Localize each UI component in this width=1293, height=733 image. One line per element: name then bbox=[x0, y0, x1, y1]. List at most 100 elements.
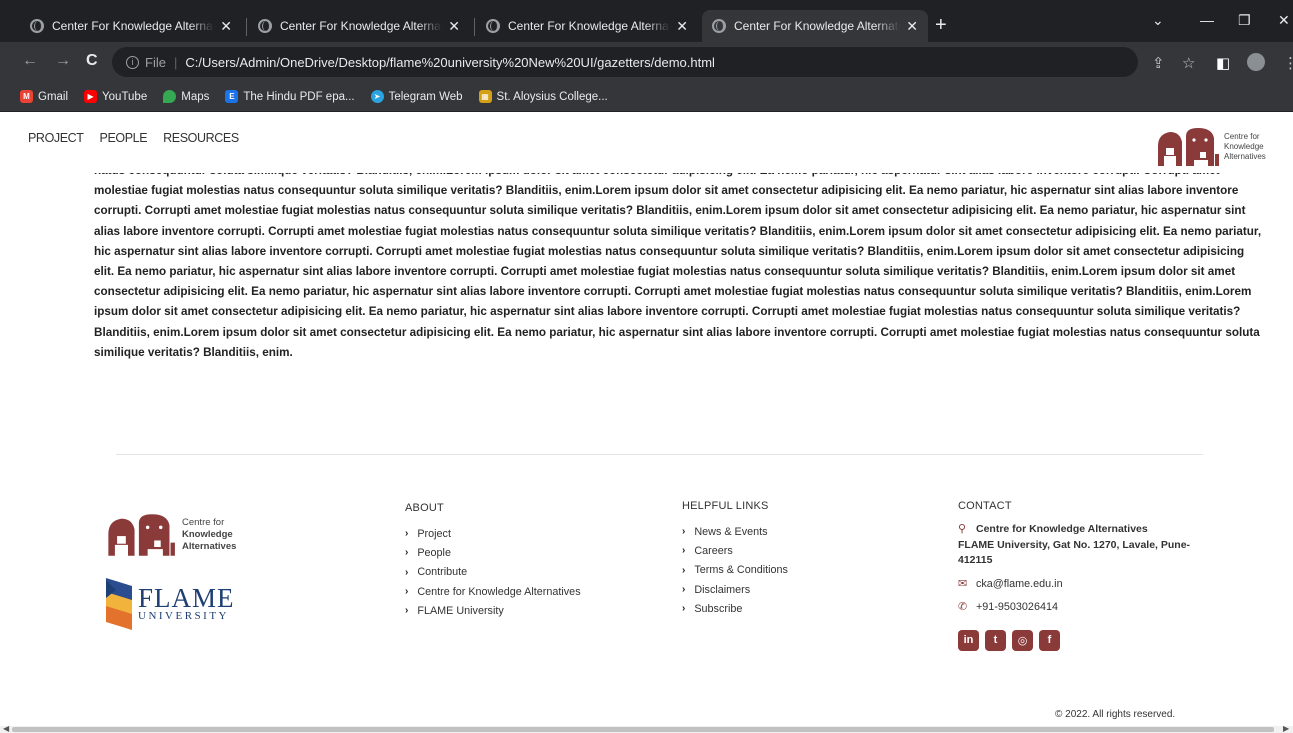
footer-link-disclaimers[interactable]: › Disclaimers bbox=[682, 580, 788, 599]
horizontal-scrollbar[interactable]: ◀ ▶ bbox=[0, 724, 1293, 733]
minimize-icon[interactable]: — bbox=[1200, 12, 1214, 28]
college-icon: ▦ bbox=[478, 90, 492, 103]
link-label: Centre for Knowledge Alternatives bbox=[417, 585, 581, 598]
phone-icon: ✆ bbox=[958, 601, 968, 613]
bookmark-st-aloysius[interactable]: ▦ St. Aloysius College... bbox=[478, 90, 608, 103]
bookmark-maps[interactable]: Maps bbox=[163, 90, 209, 103]
contact-phone[interactable]: ✆ +91-9503026414 bbox=[958, 600, 1198, 616]
bookmark-the-hindu[interactable]: E The Hindu PDF epa... bbox=[225, 90, 355, 103]
address-bar[interactable]: i File | C:/Users/Admin/OneDrive/Desktop… bbox=[112, 47, 1138, 77]
twitter-icon[interactable]: t bbox=[985, 629, 1006, 651]
footer-link-cka[interactable]: › Centre for Knowledge Alternatives bbox=[405, 582, 581, 601]
footer-link-news[interactable]: › News & Events bbox=[682, 522, 788, 541]
footer-cka-logo[interactable]: Centre for Knowledge Alternatives bbox=[104, 512, 236, 558]
scroll-right-icon[interactable]: ▶ bbox=[1283, 724, 1289, 733]
chevron-right-icon: › bbox=[405, 566, 409, 578]
chevron-right-icon: › bbox=[405, 586, 409, 598]
footer-link-careers[interactable]: › Careers bbox=[682, 541, 788, 560]
side-panel-icon[interactable]: ◧ bbox=[1216, 54, 1230, 72]
close-tab-icon[interactable]: ✕ bbox=[906, 18, 918, 35]
footer-helpful-links: HELPFUL LINKS › News & Events › Careers › T… bbox=[682, 500, 788, 618]
tab-title: Center For Knowledge Alternatives bbox=[734, 19, 901, 33]
bookmark-gmail[interactable]: M Gmail bbox=[20, 90, 68, 103]
nav-project[interactable]: PROJECT bbox=[28, 131, 84, 145]
link-label: Project bbox=[417, 527, 451, 540]
footer-link-people[interactable]: › People bbox=[405, 543, 581, 562]
logo-line: Alternatives bbox=[1224, 152, 1266, 161]
chevron-right-icon: › bbox=[682, 584, 686, 596]
chevron-right-icon: › bbox=[405, 528, 409, 540]
scrollbar-thumb[interactable] bbox=[12, 727, 1274, 732]
flame-sub: UNIVERSITY bbox=[138, 610, 229, 622]
close-tab-icon[interactable]: ✕ bbox=[220, 18, 232, 35]
bookmark-label: St. Aloysius College... bbox=[496, 90, 608, 103]
footer-link-terms[interactable]: › Terms & Conditions bbox=[682, 561, 788, 580]
close-tab-icon[interactable]: ✕ bbox=[676, 18, 688, 35]
email-link[interactable]: cka@flame.edu.in bbox=[976, 577, 1063, 593]
tab-title: Center For Knowledge Alternatives bbox=[52, 19, 214, 33]
nav-people[interactable]: PEOPLE bbox=[100, 131, 148, 145]
logo-line: Centre for bbox=[182, 517, 225, 528]
chevron-right-icon: › bbox=[682, 526, 686, 538]
chevron-right-icon: › bbox=[405, 547, 409, 559]
share-icon[interactable]: ⇪ bbox=[1152, 54, 1165, 72]
link-label: FLAME University bbox=[417, 604, 504, 617]
body-paragraph: natus consequuntur soluta similique veri… bbox=[94, 164, 1262, 359]
forward-icon[interactable]: → bbox=[55, 52, 71, 70]
reload-icon[interactable]: C bbox=[86, 52, 98, 70]
tab-title: Center For Knowledge Alternatives bbox=[508, 19, 670, 33]
globe-icon bbox=[30, 19, 44, 33]
profile-avatar[interactable] bbox=[1247, 53, 1265, 71]
star-icon[interactable]: ☆ bbox=[1182, 54, 1195, 72]
flame-emblem-icon bbox=[106, 578, 132, 630]
chevron-right-icon: › bbox=[405, 605, 409, 617]
globe-icon bbox=[712, 19, 726, 33]
bookmarks-bar: M Gmail ▶ YouTube Maps E The Hindu PDF e… bbox=[0, 82, 1293, 112]
browser-toolbar: ← → C i File | C:/Users/Admin/OneDrive/D… bbox=[0, 42, 1293, 82]
footer-contact: CONTACT ⚲ Centre for Knowledge Alternati… bbox=[958, 500, 1198, 651]
chevron-right-icon: › bbox=[682, 603, 686, 615]
footer-link-flame[interactable]: › FLAME University bbox=[405, 601, 581, 620]
footer-link-contribute[interactable]: › Contribute bbox=[405, 563, 581, 582]
close-window-icon[interactable]: ✕ bbox=[1278, 12, 1290, 29]
restore-icon[interactable]: ❐ bbox=[1238, 12, 1251, 29]
bookmark-label: YouTube bbox=[102, 90, 148, 103]
tab-separator bbox=[246, 18, 247, 36]
info-icon[interactable]: i bbox=[126, 55, 139, 69]
elephants-logo-icon bbox=[1158, 128, 1219, 166]
new-tab-button[interactable]: + bbox=[935, 14, 947, 36]
close-tab-icon[interactable]: ✕ bbox=[448, 18, 460, 35]
bookmark-telegram[interactable]: ➤ Telegram Web bbox=[370, 90, 463, 103]
bookmark-label: The Hindu PDF epa... bbox=[243, 90, 355, 103]
nav-resources[interactable]: RESOURCES bbox=[163, 131, 239, 145]
back-icon[interactable]: ← bbox=[22, 52, 38, 70]
footer-heading: HELPFUL LINKS bbox=[682, 500, 769, 512]
browser-tab[interactable]: Center For Knowledge Alternatives ✕ bbox=[476, 10, 698, 42]
cka-logo[interactable]: Centre for Knowledge Alternatives bbox=[1154, 126, 1266, 168]
footer-link-subscribe[interactable]: › Subscribe bbox=[682, 599, 788, 618]
scroll-left-icon[interactable]: ◀ bbox=[3, 724, 9, 733]
facebook-icon[interactable]: f bbox=[1039, 629, 1060, 651]
flame-university-logo[interactable]: FLAME UNIVERSITY bbox=[106, 578, 235, 630]
bookmark-youtube[interactable]: ▶ YouTube bbox=[84, 90, 147, 103]
globe-icon bbox=[486, 19, 500, 33]
logo-line: Alternatives bbox=[182, 541, 237, 552]
linkedin-icon[interactable]: in bbox=[958, 629, 979, 651]
globe-icon bbox=[258, 19, 272, 33]
tab-search-icon[interactable]: ⌄ bbox=[1152, 12, 1164, 29]
scheme-label: File bbox=[145, 54, 166, 70]
contact-email[interactable]: ✉ cka@flame.edu.in bbox=[958, 577, 1198, 593]
browser-tab[interactable]: Center For Knowledge Alternatives ✕ bbox=[248, 10, 470, 42]
logo-wordmark: Centre for Knowledge Alternatives bbox=[1224, 132, 1266, 162]
menu-icon[interactable]: ⋮ bbox=[1283, 54, 1293, 72]
footer-link-project[interactable]: › Project bbox=[405, 524, 581, 543]
divider: | bbox=[173, 54, 178, 70]
chevron-right-icon: › bbox=[682, 545, 686, 557]
web-page: PROJECT PEOPLE RESOURCES Centre for Know… bbox=[0, 113, 1293, 733]
site-nav: PROJECT PEOPLE RESOURCES bbox=[28, 131, 239, 145]
browser-tab-active[interactable]: Center For Knowledge Alternatives ✕ bbox=[702, 10, 928, 42]
browser-tab[interactable]: Center For Knowledge Alternatives ✕ bbox=[20, 10, 242, 42]
instagram-icon[interactable]: ◎ bbox=[1012, 629, 1033, 651]
logo-line: Knowledge bbox=[182, 529, 233, 540]
phone-link[interactable]: +91-9503026414 bbox=[976, 600, 1058, 616]
